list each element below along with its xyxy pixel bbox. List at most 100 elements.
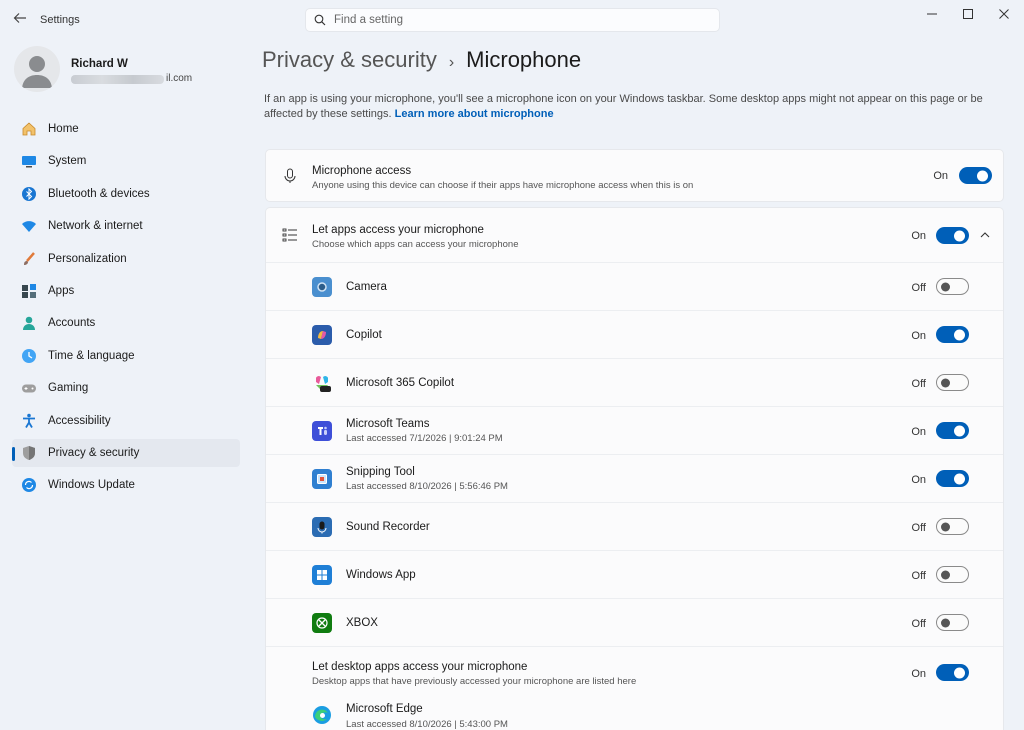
profile-name: Richard W [71,58,128,70]
minimize-button[interactable] [914,0,950,28]
sound-recorder-mic-toggle[interactable] [936,518,969,535]
apps-access-toggle[interactable] [936,227,969,244]
breadcrumb: Privacy & security › Microphone [262,47,581,73]
learn-more-link[interactable]: Learn more about microphone [395,108,554,120]
app-row-xbox: XBOX Off [266,599,1003,647]
sidebar-item-label: Home [48,123,79,135]
setting-subtitle: Anyone using this device can choose if t… [312,180,694,191]
toggle-state-label: On [911,668,926,680]
user-profile[interactable]: Richard W il.com [14,46,234,96]
sidebar-item-apps[interactable]: Apps [12,277,240,305]
sidebar-item-label: Apps [48,284,75,297]
app-name: Sound Recorder [346,521,430,533]
search-input[interactable] [334,14,694,26]
camera-app-icon [312,277,332,297]
toggle-state-label: Off [911,282,926,294]
sidebar-item-privacy-security[interactable]: Privacy & security [12,438,240,467]
description-text: If an app is using your microphone, you'… [264,93,983,120]
desktop-apps-mic-toggle[interactable] [936,664,969,681]
apps-access-header[interactable]: Let apps access your microphone Choose w… [266,208,1003,263]
app-row-copilot: Copilot On [266,311,1003,359]
sidebar-item-bluetooth[interactable]: Bluetooth & devices [12,180,240,208]
setting-title: Microphone access [312,165,412,177]
sidebar-item-label: Privacy & security [48,446,140,459]
app-row-teams: Microsoft Teams Last accessed 7/1/2026 |… [266,407,1003,455]
window-title: Settings [40,14,80,26]
search-icon [314,14,326,26]
setting-subtitle: Choose which apps can access your microp… [312,239,519,250]
snipping-tool-mic-toggle[interactable] [936,470,969,487]
app-row-m365-copilot: Microsoft 365 Copilot Off [266,359,1003,407]
toggle-state-label: On [933,170,948,182]
sound-recorder-app-icon [312,517,332,537]
app-name: Microsoft 365 Copilot [346,377,455,389]
app-name: Copilot [346,329,382,341]
sidebar-item-time-language[interactable]: Time & language [12,342,240,370]
profile-email: il.com [166,73,193,84]
setting-title: Let desktop apps access your microphone [312,661,528,673]
sidebar-item-label: Accounts [48,317,96,330]
last-accessed-text: Last accessed 7/1/2026 | 9:01:24 PM [346,433,503,444]
microphone-access-toggle[interactable] [959,167,992,184]
avatar [14,46,60,92]
sidebar-item-label: Accessibility [48,414,111,427]
toggle-state-label: Off [911,522,926,534]
bluetooth-icon [20,185,38,203]
time-language-icon [20,347,38,365]
sidebar-item-system[interactable]: System [12,147,240,175]
sidebar-item-label: Bluetooth & devices [48,187,150,200]
accounts-icon [20,314,38,332]
teams-mic-toggle[interactable] [936,422,969,439]
maximize-icon [963,9,973,19]
network-icon [20,217,38,235]
setting-subtitle: Desktop apps that have previously access… [312,676,637,687]
breadcrumb-parent-link[interactable]: Privacy & security [262,47,437,73]
redacted-email [71,75,164,84]
sidebar-item-home[interactable]: Home [12,115,240,143]
personalization-icon [20,250,38,268]
sidebar-item-gaming[interactable]: Gaming [12,374,240,402]
last-accessed-text: Last accessed 8/10/2026 | 5:43:00 PM [346,719,508,730]
app-name: Windows App [346,569,416,581]
camera-mic-toggle[interactable] [936,278,969,295]
list-icon [282,227,298,243]
system-icon [20,152,38,170]
back-button[interactable] [10,8,30,28]
app-row-windows-app: Windows App Off [266,551,1003,599]
copilot-app-icon [312,325,332,345]
apps-access-card: Let apps access your microphone Choose w… [265,207,1004,730]
maximize-button[interactable] [950,0,986,28]
title-bar: Settings [0,0,1024,40]
app-name: XBOX [346,617,378,629]
sidebar-item-accounts[interactable]: Accounts [12,309,240,337]
accessibility-icon [20,412,38,430]
chevron-up-icon[interactable] [978,228,992,242]
app-name: Snipping Tool [346,466,415,478]
apps-icon [20,282,38,300]
sidebar-item-personalization[interactable]: Personalization [12,245,240,273]
microphone-access-card: Microphone access Anyone using this devi… [265,149,1004,202]
sidebar-item-label: Network & internet [48,220,143,233]
windows-app-mic-toggle[interactable] [936,566,969,583]
sidebar-item-accessibility[interactable]: Accessibility [12,407,240,435]
sidebar-item-network[interactable]: Network & internet [12,212,240,240]
toggle-state-label: On [911,474,926,486]
m365-copilot-mic-toggle[interactable] [936,374,969,391]
app-row-snipping-tool: Snipping Tool Last accessed 8/10/2026 | … [266,455,1003,503]
sidebar-item-windows-update[interactable]: Windows Update [12,471,240,499]
toggle-state-label: Off [911,618,926,630]
microphone-icon [282,168,298,184]
copilot-mic-toggle[interactable] [936,326,969,343]
sidebar-item-label: Windows Update [48,479,135,492]
sidebar-item-label: Gaming [48,382,89,395]
search-box[interactable] [305,8,720,32]
setting-title: Let apps access your microphone [312,224,484,236]
gaming-icon [20,379,38,397]
app-name: Camera [346,281,387,293]
close-button[interactable] [986,0,1022,28]
xbox-mic-toggle[interactable] [936,614,969,631]
toggle-state-label: On [911,330,926,342]
page-title: Microphone [466,47,582,72]
sidebar-item-label: System [48,155,87,168]
app-row-sound-recorder: Sound Recorder Off [266,503,1003,551]
